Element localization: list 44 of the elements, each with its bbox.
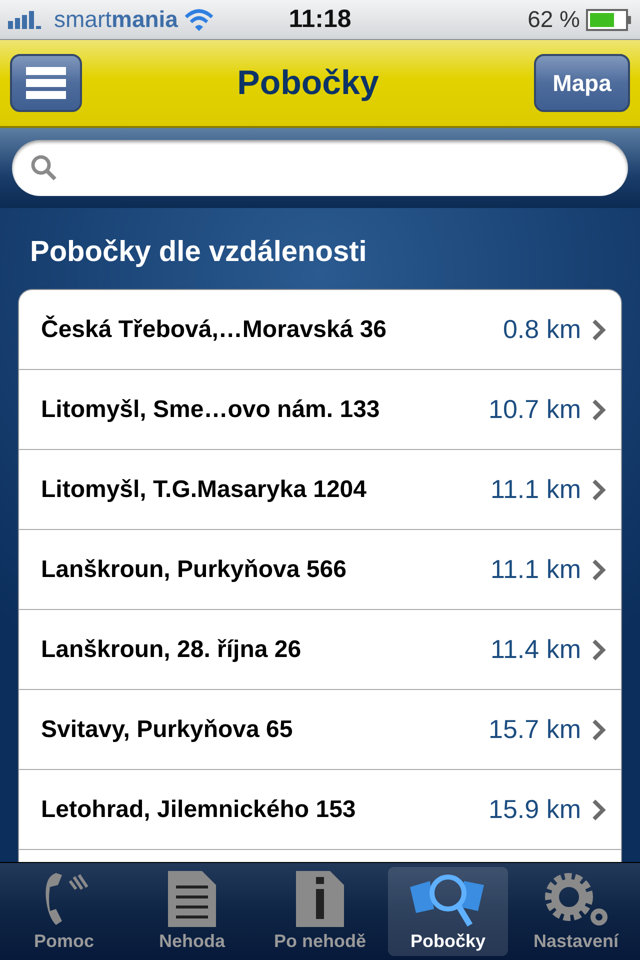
- branch-name: Svitavy, Purkyňova 65: [41, 716, 294, 744]
- chevron-icon: [591, 318, 607, 342]
- tab-bar-item[interactable]: Nastavení: [516, 867, 636, 956]
- chevron-icon: [591, 718, 607, 742]
- menu-button[interactable]: [10, 54, 82, 112]
- branch-name: Lanškroun, Purkyňova 566: [41, 556, 348, 584]
- chevron-icon: [591, 558, 607, 582]
- battery-percent: 62 %: [528, 6, 580, 33]
- branch-row[interactable]: Česká Třebová,…Moravská 36 0.8 km: [19, 290, 621, 370]
- menu-icon: [26, 67, 66, 99]
- branch-distance: 10.7 km: [488, 394, 581, 425]
- battery-icon: [586, 8, 632, 30]
- chevron-icon: [591, 398, 607, 422]
- branch-distance: 11.1 km: [490, 554, 581, 585]
- tab-bar-item[interactable]: Pomoc: [4, 867, 124, 956]
- branch-name: Česká Třebová,…Moravská 36: [41, 316, 388, 344]
- tab-bar-item[interactable]: Pobočky: [388, 867, 508, 956]
- branch-row[interactable]: Lanškroun, 28. října 26 11.4 km: [19, 610, 621, 690]
- search-icon: [30, 154, 58, 182]
- branch-row[interactable]: Lanškroun, Purkyňova 566 11.1 km: [19, 530, 621, 610]
- wifi-icon: [184, 8, 214, 32]
- branch-row[interactable]: Svitavy, Purkyňova 65 15.7 km: [19, 690, 621, 770]
- branch-row[interactable]: Letohrad, Jilemnického 153 15.9 km: [19, 770, 621, 850]
- chevron-icon: [591, 638, 607, 662]
- chevron-icon: [591, 798, 607, 822]
- branch-distance: 15.7 km: [488, 714, 581, 745]
- branch-name: Lanškroun, 28. října 26: [41, 636, 302, 664]
- tab-bar-item[interactable]: Nehoda: [132, 867, 252, 956]
- map-button[interactable]: Mapa: [534, 54, 630, 112]
- branch-distance: 0.8 km: [502, 314, 581, 345]
- nav-title: Pobočky: [237, 64, 379, 102]
- branch-name: Letohrad, Jilemnického 153: [41, 796, 357, 824]
- branch-name: Litomyšl, Sme…ovo nám. 133: [41, 396, 381, 424]
- section-title: Pobočky dle vzdálenosti: [29, 235, 368, 270]
- branch-distance: 11.4 km: [490, 634, 581, 665]
- branch-row[interactable]: Litomyšl, T.G.Masaryka 1204 11.1 km: [19, 450, 621, 530]
- branch-distance: 15.9 km: [488, 794, 581, 825]
- chevron-icon: [591, 478, 607, 502]
- branch-row[interactable]: Litomyšl, Sme…ovo nám. 133 10.7 km: [19, 370, 621, 450]
- branch-distance: 11.1 km: [490, 474, 581, 505]
- tab-bar-item[interactable]: Po nehodě: [260, 867, 380, 956]
- carrier-name: smartmania: [54, 6, 178, 33]
- branch-name: Litomyšl, T.G.Masaryka 1204: [41, 476, 368, 504]
- status-time: 11:18: [288, 5, 352, 34]
